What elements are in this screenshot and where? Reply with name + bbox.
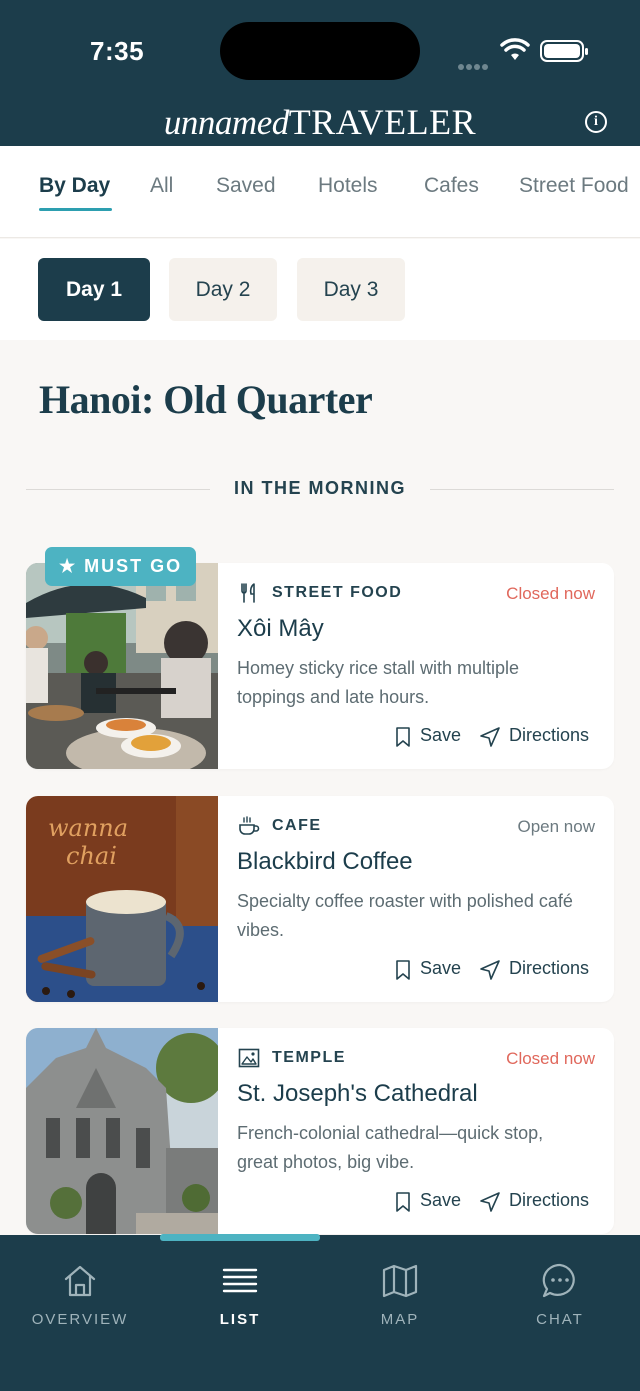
tab-all[interactable]: All	[150, 174, 173, 198]
status-badge: Open now	[517, 817, 596, 836]
nav-list[interactable]: LIST	[160, 1261, 320, 1328]
place-card[interactable]: wanna chai CAFE Open now Blackbird Coffee…	[26, 796, 614, 1002]
nav-map-label: MAP	[380, 1311, 420, 1328]
status-badge: Closed now	[506, 1049, 595, 1068]
place-card[interactable]: STREET FOOD Closed now Xôi Mây Homey sti…	[26, 563, 614, 769]
list-icon	[222, 1268, 258, 1293]
directions-label: Directions	[509, 1190, 590, 1210]
brand-caps: TRAVELER	[288, 102, 477, 142]
day-2-button[interactable]: Day 2	[169, 258, 277, 321]
image-icon	[238, 1048, 260, 1068]
save-label: Save	[420, 1190, 462, 1210]
directions-button[interactable]: Directions	[479, 958, 590, 980]
street-food-photo	[26, 563, 218, 769]
category-label: STREET FOOD	[272, 584, 403, 601]
bookmark-icon	[396, 727, 410, 747]
brand-italic: unnamed	[163, 103, 289, 142]
save-button[interactable]: Save	[394, 725, 462, 747]
nav-list-label: LIST	[219, 1311, 261, 1328]
day-3-button[interactable]: Day 3	[297, 258, 405, 321]
day-selector: Day 1 Day 2 Day 3	[0, 239, 640, 340]
tab-street-food[interactable]: Street Food	[519, 174, 629, 198]
home-icon	[64, 1265, 96, 1297]
page-title: Hanoi: Old Quarter	[39, 377, 373, 422]
nav-chat[interactable]: CHAT	[480, 1261, 640, 1328]
navigation-arrow-icon	[480, 960, 500, 980]
bottom-nav: OVERVIEW LIST MAP CHAT	[0, 1235, 640, 1391]
save-button[interactable]: Save	[394, 958, 462, 980]
divider-line-right	[430, 489, 614, 490]
day-1-button[interactable]: Day 1	[38, 258, 150, 321]
place-description: Homey sticky rice stall with multiple to…	[237, 658, 520, 707]
tab-cafes[interactable]: Cafes	[424, 174, 479, 198]
bookmark-icon	[396, 1192, 410, 1212]
place-name[interactable]: St. Joseph's Cathedral	[237, 1080, 478, 1108]
coffee-cup-icon	[239, 816, 260, 835]
active-nav-indicator	[160, 1234, 320, 1241]
chat-bubble-icon	[542, 1263, 575, 1298]
cellular-signal-icon	[458, 55, 490, 74]
save-label: Save	[420, 958, 462, 978]
active-tab-underline	[39, 208, 112, 211]
category-label: TEMPLE	[272, 1049, 346, 1066]
status-time: 7:35	[90, 36, 145, 66]
wifi-icon	[500, 38, 530, 60]
must-go-badge: ★ MUST GO	[45, 547, 197, 586]
coffee-photo: wanna chai	[26, 796, 218, 1002]
place-description: French-colonial cathedral—quick stop, gr…	[237, 1123, 544, 1172]
directions-button[interactable]: Directions	[479, 1190, 590, 1212]
save-button[interactable]: Save	[394, 1190, 462, 1212]
directions-label: Directions	[509, 725, 590, 745]
app-header: 7:35 unnamedTRAVELER i	[0, 0, 640, 146]
place-name[interactable]: Xôi Mây	[237, 615, 324, 643]
fork-knife-icon	[241, 583, 255, 603]
dynamic-island	[220, 22, 420, 80]
place-description: Specialty coffee roaster with polished c…	[237, 891, 573, 940]
time-of-day-divider: IN THE MORNING	[26, 476, 614, 502]
category-tabs: By Day All Saved Hotels Cafes Street Foo…	[0, 146, 640, 238]
cathedral-photo	[26, 1028, 218, 1234]
nav-overview[interactable]: OVERVIEW	[0, 1261, 160, 1328]
place-card[interactable]: TEMPLE Closed now St. Joseph's Cathedral…	[26, 1028, 614, 1234]
bookmark-icon	[396, 960, 410, 980]
status-badge: Closed now	[506, 584, 595, 603]
tab-by-day[interactable]: By Day	[39, 174, 110, 198]
nav-overview-label: OVERVIEW	[31, 1311, 129, 1328]
directions-label: Directions	[509, 958, 590, 978]
place-name[interactable]: Blackbird Coffee	[237, 848, 413, 876]
navigation-arrow-icon	[480, 727, 500, 747]
brand-logo: unnamedTRAVELER	[0, 100, 640, 145]
info-icon[interactable]: i	[585, 111, 607, 133]
nav-map[interactable]: MAP	[320, 1261, 480, 1328]
tab-hotels[interactable]: Hotels	[318, 174, 378, 198]
navigation-arrow-icon	[480, 1192, 500, 1212]
save-label: Save	[420, 725, 462, 745]
directions-button[interactable]: Directions	[479, 725, 590, 747]
category-label: CAFE	[272, 817, 322, 834]
battery-icon	[540, 40, 588, 62]
map-icon	[382, 1264, 418, 1298]
tab-saved[interactable]: Saved	[216, 174, 276, 198]
nav-chat-label: CHAT	[536, 1311, 584, 1328]
